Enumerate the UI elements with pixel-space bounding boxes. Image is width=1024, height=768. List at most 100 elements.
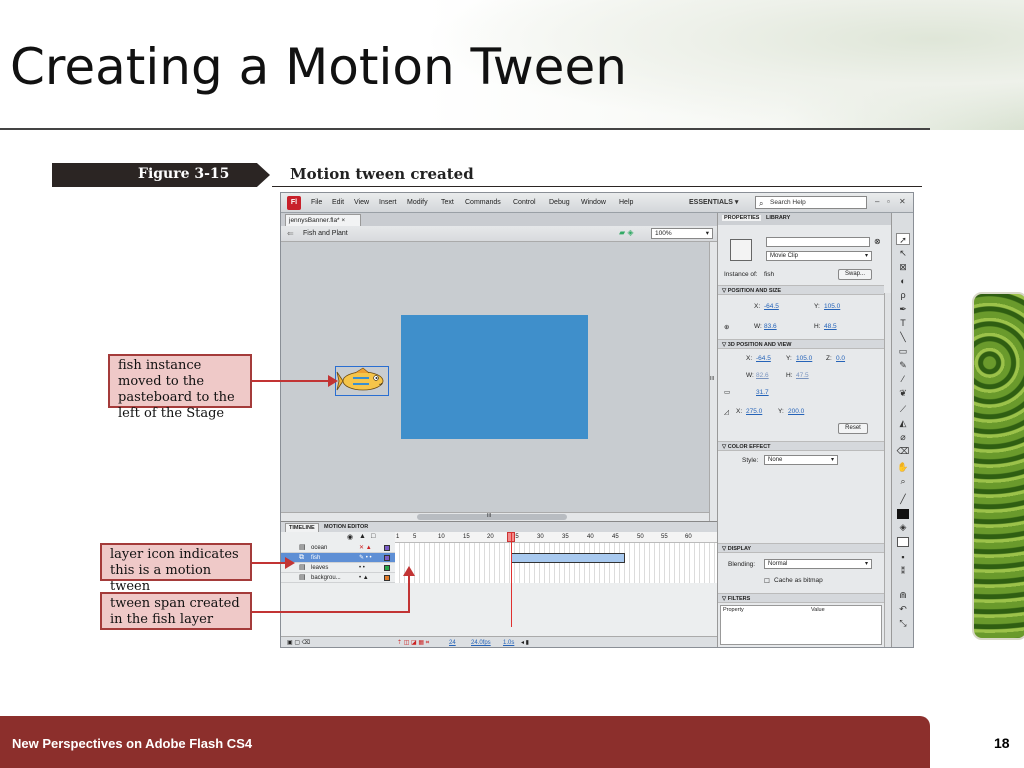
back-arrow-icon[interactable]: ⇐ xyxy=(287,229,294,238)
menu-text[interactable]: Text xyxy=(441,199,454,206)
layer-color-swatch[interactable] xyxy=(384,545,390,551)
text-tool-icon[interactable]: T xyxy=(896,317,910,329)
menu-control[interactable]: Control xyxy=(513,199,536,206)
swap-colors-swatch[interactable] xyxy=(897,537,909,547)
menu-view[interactable]: View xyxy=(354,199,369,206)
reset-button[interactable]: Reset xyxy=(838,423,868,434)
y3d-value[interactable]: 105.0 xyxy=(796,355,812,362)
menu-file[interactable]: File xyxy=(311,199,322,206)
tab-properties[interactable]: PROPERTIES xyxy=(722,215,762,221)
eyedropper-tool-icon[interactable]: ⌀ xyxy=(896,431,910,443)
layer-row-ocean[interactable]: ▤ ocean ✕ ▲ xyxy=(281,543,717,553)
minimize-icon[interactable]: – xyxy=(875,197,879,206)
tween-span[interactable] xyxy=(511,553,625,563)
menu-debug[interactable]: Debug xyxy=(549,199,570,206)
paint-icon[interactable]: ◈ xyxy=(896,521,910,533)
layer-frames[interactable] xyxy=(395,563,717,573)
fish-instance[interactable] xyxy=(335,366,389,396)
brush-tool-icon[interactable]: ⁄ xyxy=(896,373,910,385)
symbol-type-select[interactable]: Movie Clip ▾ xyxy=(766,251,872,261)
edit-scene-icon[interactable]: ▰ ◈ xyxy=(619,228,634,237)
w-value[interactable]: 83.6 xyxy=(764,323,777,330)
zoom-select[interactable]: 100% ▾ xyxy=(651,228,713,239)
timeline-scroll-left-icon[interactable]: ◂ ▮ xyxy=(521,637,529,647)
pasteboard[interactable] xyxy=(281,242,709,522)
link-icon[interactable]: ⊕ xyxy=(724,323,729,331)
eye-icon[interactable]: ◉ xyxy=(347,533,353,541)
vy-value[interactable]: 200.0 xyxy=(788,408,804,415)
layer-lock-icon[interactable]: • ▲ xyxy=(359,573,369,583)
pencil-tool-icon[interactable]: ✎ xyxy=(896,359,910,371)
tab-library[interactable]: LIBRARY xyxy=(766,215,790,221)
layer-row-background[interactable]: ▤ backgrou... • ▲ xyxy=(281,573,717,583)
3d-rotation-tool-icon[interactable]: ◐ xyxy=(896,275,910,287)
current-frame[interactable]: 24 xyxy=(449,637,456,647)
layer-frames[interactable] xyxy=(395,553,717,563)
perspective-value[interactable]: 31.7 xyxy=(756,389,769,396)
new-layer-icon[interactable]: ▣ ▢ ⌫ xyxy=(287,637,310,647)
section-3d-position[interactable]: ▽ 3D POSITION AND VIEW xyxy=(718,339,884,349)
style-select[interactable]: None ▾ xyxy=(764,455,838,465)
paint-bucket-tool-icon[interactable]: ◭ xyxy=(896,417,910,429)
lasso-tool-icon[interactable]: ρ xyxy=(896,289,910,301)
layer-row-leaves[interactable]: ▤ leaves • • xyxy=(281,563,717,573)
z3d-value[interactable]: 0.0 xyxy=(836,355,845,362)
hidden-x-icon[interactable]: ✕ ▲ xyxy=(359,543,372,553)
workspace-switcher[interactable]: ESSENTIALS ▾ xyxy=(689,198,738,206)
section-color-effect[interactable]: ▽ COLOR EFFECT xyxy=(718,441,884,451)
hscroll-thumb[interactable]: III xyxy=(417,513,567,520)
blending-select[interactable]: Normal ▾ xyxy=(764,559,872,569)
scene-breadcrumb[interactable]: Fish and Plant xyxy=(303,230,348,237)
rectangle-tool-icon[interactable]: ▭ xyxy=(896,345,910,357)
layer-row-fish[interactable]: ⧉ fish ✎ • • xyxy=(281,553,717,563)
fill-color-swatch[interactable] xyxy=(897,509,909,519)
menu-commands[interactable]: Commands xyxy=(465,199,501,206)
selection-tool-icon[interactable]: ➚ xyxy=(896,233,910,245)
swap-button[interactable]: Swap... xyxy=(838,269,872,280)
menu-modify[interactable]: Modify xyxy=(407,199,428,206)
menu-insert[interactable]: Insert xyxy=(379,199,397,206)
section-filters[interactable]: ▽ FILTERS xyxy=(718,593,884,603)
frame-rate[interactable]: 24.0fps xyxy=(471,637,491,647)
close-icon[interactable]: ✕ xyxy=(899,197,906,206)
cache-checkbox[interactable]: ☐ xyxy=(764,577,770,585)
layer-frames[interactable] xyxy=(395,543,717,553)
free-transform-tool-icon[interactable]: ⊠ xyxy=(896,261,910,273)
pencil-icon[interactable]: ✎ • • xyxy=(359,553,372,563)
stage[interactable] xyxy=(401,315,588,439)
eraser-tool-icon[interactable]: ⌫ xyxy=(896,445,910,457)
lock-icon[interactable]: ▲ xyxy=(359,533,366,540)
tab-timeline[interactable]: TIMELINE xyxy=(285,523,319,532)
bone-tool-icon[interactable]: ⟋ xyxy=(896,403,910,415)
layer-frames[interactable] xyxy=(395,573,717,583)
deco-tool-icon[interactable]: ❦ xyxy=(896,387,910,399)
menu-help[interactable]: Help xyxy=(619,199,633,206)
scale-icon[interactable]: ⤡ xyxy=(896,617,910,629)
subselection-tool-icon[interactable]: ↖ xyxy=(896,247,910,259)
zoom-tool-icon[interactable]: ⌕ xyxy=(896,475,910,487)
onion-skin-icon[interactable]: ⇡ ◫ ◪ ▦ ⌗ xyxy=(397,637,429,647)
magnet-icon[interactable]: ⋒ xyxy=(896,589,910,601)
hand-tool-icon[interactable]: ✋ xyxy=(896,461,910,473)
pen-tool-icon[interactable]: ✒ xyxy=(896,303,910,315)
restore-icon[interactable]: ▫ xyxy=(887,197,890,206)
elapsed-time[interactable]: 1.0s xyxy=(503,637,514,647)
document-tab[interactable]: jennysBanner.fla* × xyxy=(285,214,361,226)
menu-window[interactable]: Window xyxy=(581,199,606,206)
x3d-value[interactable]: -64.5 xyxy=(756,355,771,362)
layer-color-swatch[interactable] xyxy=(384,565,390,571)
layer-dots[interactable]: • • xyxy=(359,563,365,573)
layer-color-swatch[interactable] xyxy=(384,575,390,581)
timeline-ruler[interactable]: 1 5 10 15 20 25 30 35 40 45 50 55 60 xyxy=(395,532,717,543)
outline-icon[interactable]: □ xyxy=(371,533,375,540)
search-help-input[interactable]: ⌕ Search Help xyxy=(755,196,867,209)
rotate-icon[interactable]: ↶ xyxy=(896,603,910,615)
section-display[interactable]: ▽ DISPLAY xyxy=(718,543,884,553)
instance-name-input[interactable] xyxy=(766,237,870,247)
line-tool-icon[interactable]: ╲ xyxy=(896,331,910,343)
smooth-icon[interactable]: ⁑ xyxy=(896,565,910,577)
section-position-size[interactable]: ▽ POSITION AND SIZE xyxy=(718,285,884,295)
y-value[interactable]: 105.0 xyxy=(824,303,840,310)
tab-motion-editor[interactable]: MOTION EDITOR xyxy=(321,523,371,531)
horizontal-scrollbar[interactable]: III xyxy=(281,512,709,521)
